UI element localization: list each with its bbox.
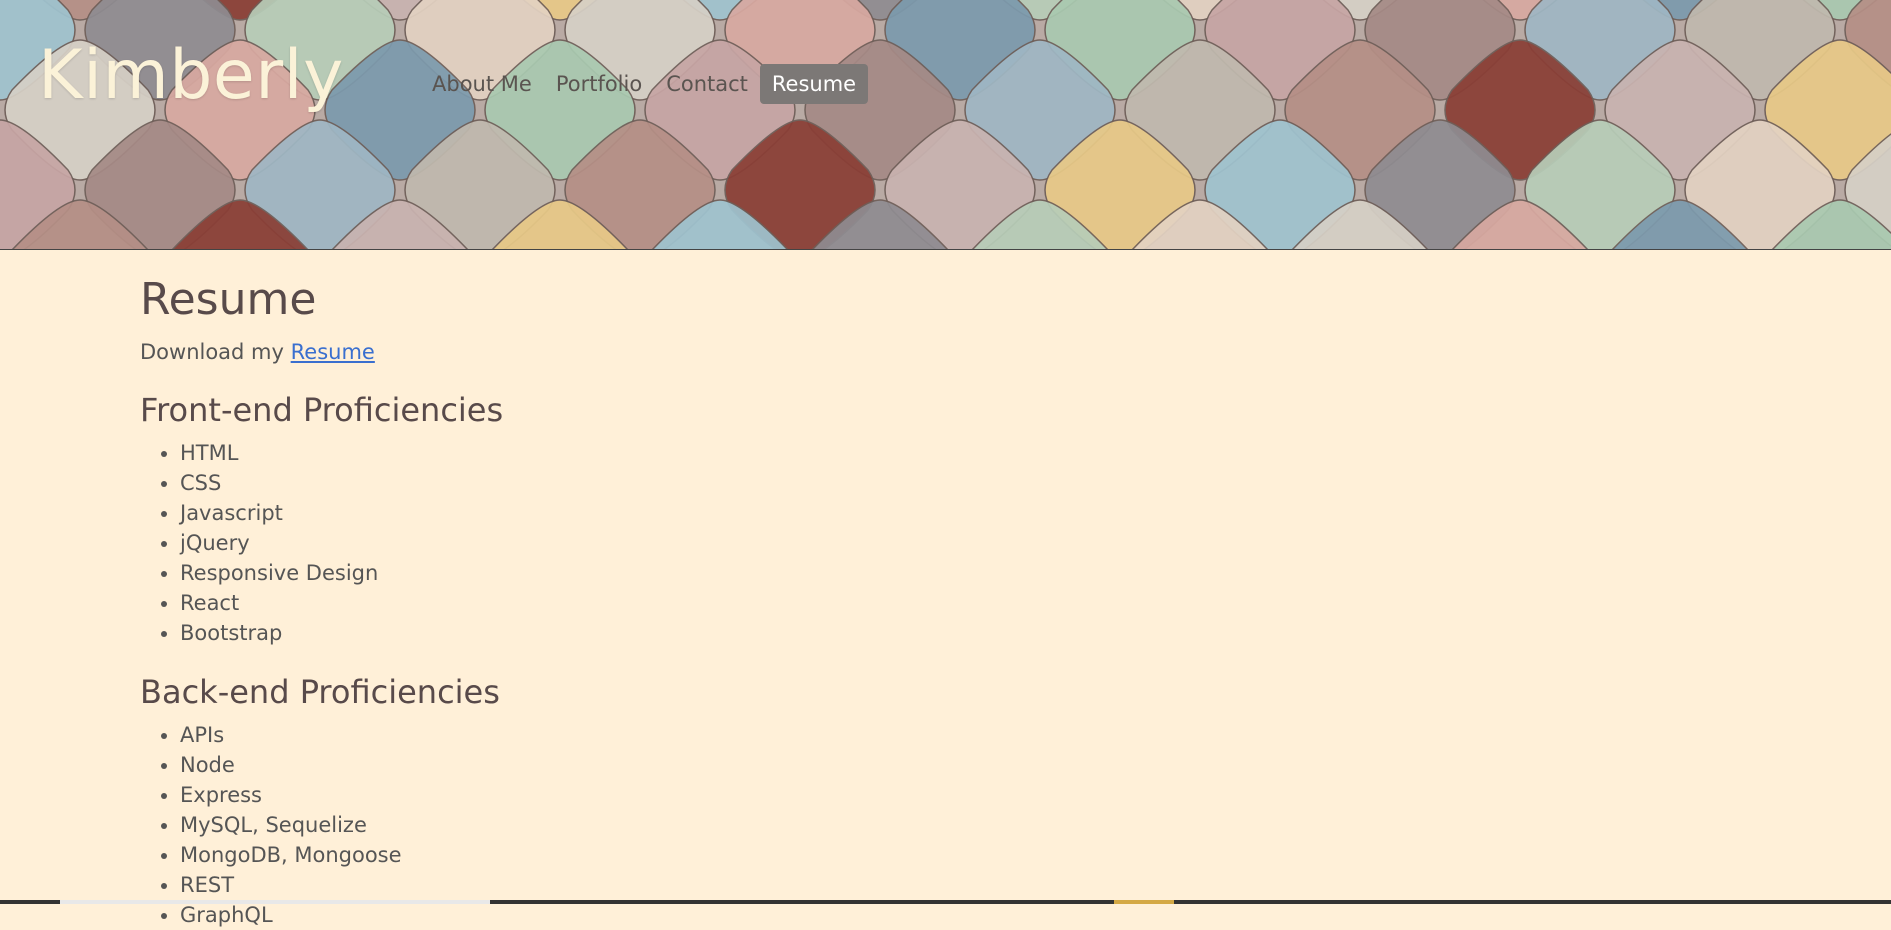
frontend-list: HTML CSS Javascript jQuery Responsive De… xyxy=(180,438,1040,648)
list-item: Javascript xyxy=(180,498,1040,528)
list-item: Express xyxy=(180,780,1040,810)
nav-resume[interactable]: Resume xyxy=(759,64,869,104)
bottom-edge xyxy=(0,900,1891,904)
list-item: MongoDB, Mongoose xyxy=(180,840,1040,870)
resume-download-link[interactable]: Resume xyxy=(291,340,375,364)
bottom-edge-segment xyxy=(60,900,490,904)
list-item: HTML xyxy=(180,438,1040,468)
list-item: APIs xyxy=(180,720,1040,750)
list-item: GraphQL xyxy=(180,900,1040,930)
main-content: Resume Download my Resume Front-end Prof… xyxy=(140,272,1040,930)
list-item: REST xyxy=(180,870,1040,900)
main-nav: About Me Portfolio Contact Resume xyxy=(420,64,869,104)
page-title: Resume xyxy=(140,274,317,325)
list-item: MySQL, Sequelize xyxy=(180,810,1040,840)
header-banner: Kimberly About Me Portfolio Contact Resu… xyxy=(0,0,1891,250)
download-line: Download my Resume xyxy=(140,338,1040,366)
list-item: Bootstrap xyxy=(180,618,1040,648)
list-item: jQuery xyxy=(180,528,1040,558)
section-title-frontend: Front-end Proficiencies xyxy=(140,391,504,429)
download-prefix: Download my xyxy=(140,340,284,364)
list-item: Node xyxy=(180,750,1040,780)
backend-list: APIs Node Express MySQL, Sequelize Mongo… xyxy=(180,720,1040,930)
list-item: CSS xyxy=(180,468,1040,498)
nav-portfolio[interactable]: Portfolio xyxy=(544,64,654,104)
site-brand[interactable]: Kimberly xyxy=(38,36,344,115)
nav-about-me[interactable]: About Me xyxy=(420,64,544,104)
section-title-backend: Back-end Proficiencies xyxy=(140,673,500,711)
list-item: Responsive Design xyxy=(180,558,1040,588)
bottom-edge-segment xyxy=(1114,900,1174,904)
list-item: React xyxy=(180,588,1040,618)
nav-contact[interactable]: Contact xyxy=(654,64,760,104)
